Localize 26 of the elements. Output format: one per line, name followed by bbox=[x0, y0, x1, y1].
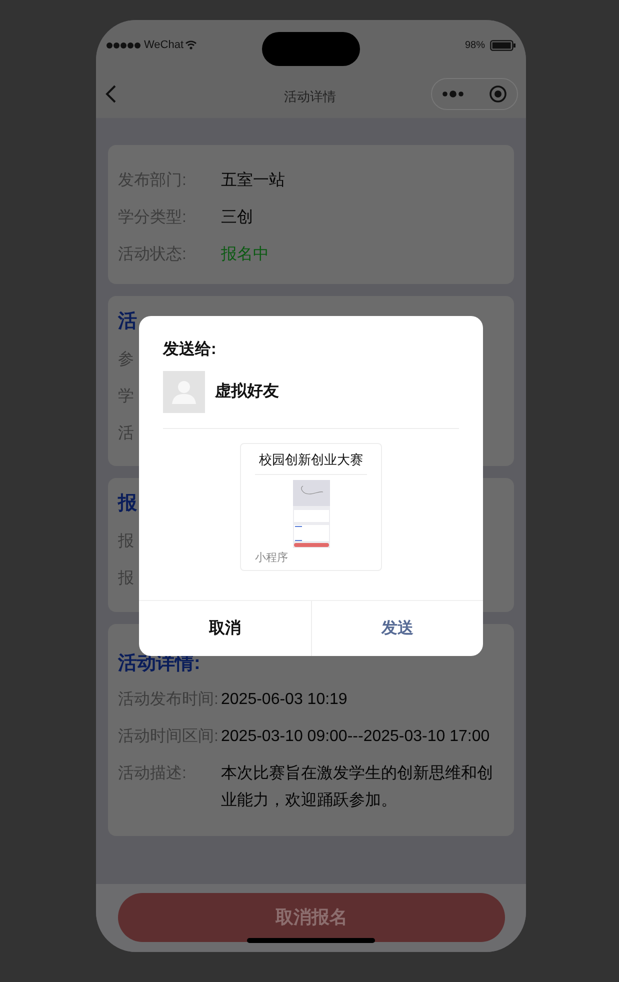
share-card-title: 校园创新创业大赛 bbox=[255, 450, 367, 474]
field-value: 本次比赛旨在激发学生的创新思维和创业能力，欢迎踊跃参加。 bbox=[221, 764, 494, 811]
share-card-source: 小程序 bbox=[255, 550, 289, 566]
section-heading: 活 bbox=[118, 310, 137, 334]
page-title: 活动详情 bbox=[284, 88, 336, 106]
field-value: 五室一站 bbox=[221, 170, 285, 190]
close-icon[interactable] bbox=[489, 85, 507, 103]
more-icon[interactable] bbox=[442, 90, 464, 98]
capsule-menu[interactable] bbox=[431, 78, 518, 110]
battery-icon bbox=[490, 40, 516, 50]
section-heading: 报 bbox=[118, 492, 137, 516]
contact-name: 虚拟好友 bbox=[215, 381, 279, 402]
battery-text: 98% bbox=[464, 38, 485, 52]
field-value: 报名中 bbox=[221, 244, 269, 264]
wifi-icon bbox=[184, 40, 197, 50]
signal-icon bbox=[106, 42, 142, 48]
send-button[interactable]: 发送 bbox=[310, 601, 483, 656]
back-icon[interactable] bbox=[105, 84, 117, 104]
field-value: 2025-03-10 09:00---2025-03-10 17:00 bbox=[221, 727, 491, 747]
field-value: 三创 bbox=[221, 208, 253, 228]
carrier-text: WeChat bbox=[144, 38, 184, 53]
dialog-title: 发送给: bbox=[163, 340, 218, 360]
field-value: 2025-06-03 10:19 bbox=[221, 690, 348, 710]
avatar-icon bbox=[163, 371, 205, 413]
thumbnail-drawing bbox=[292, 480, 330, 548]
cancel-button[interactable]: 取消 bbox=[139, 601, 310, 656]
